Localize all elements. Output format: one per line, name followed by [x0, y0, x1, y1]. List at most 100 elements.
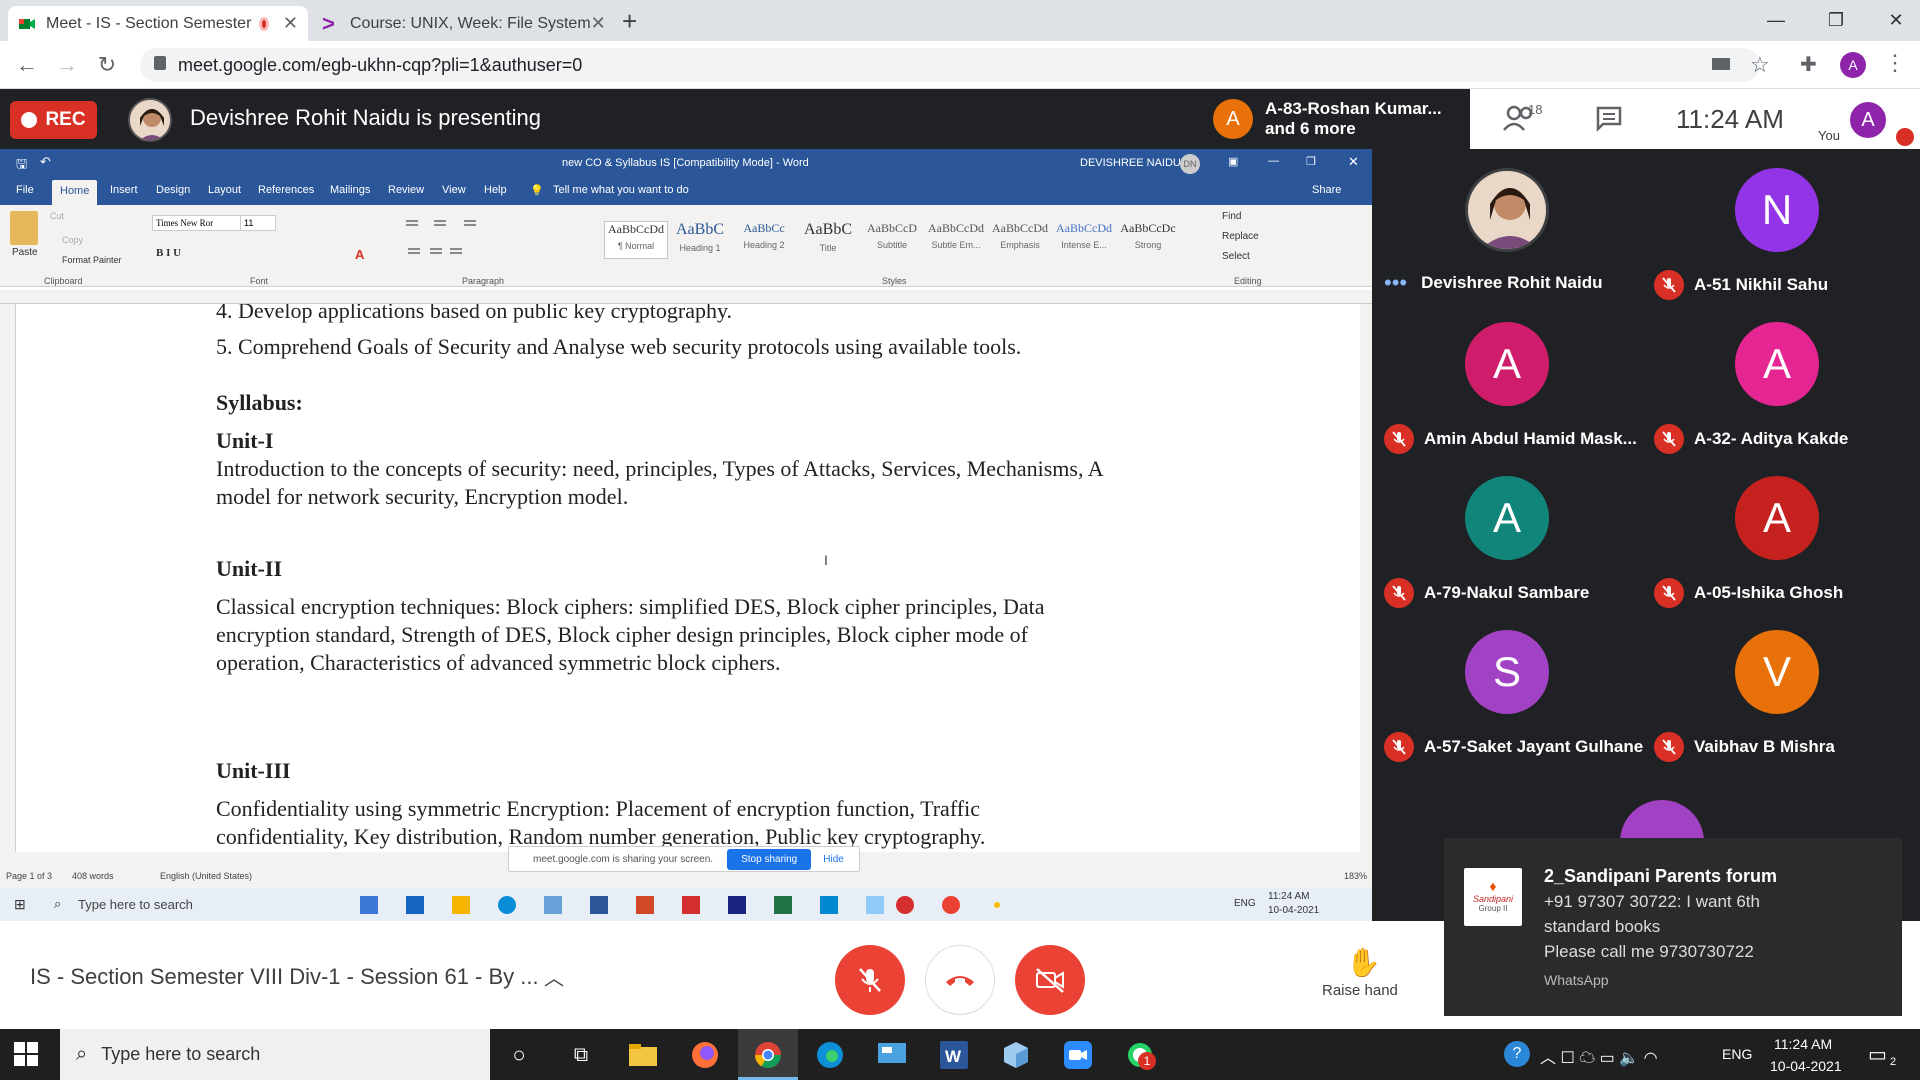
participant-avatar: V — [1735, 630, 1819, 714]
participant-name: A-79-Nakul Sambare — [1424, 583, 1590, 602]
word-user-avatar: DN — [1180, 154, 1200, 174]
style-7: AaBbCcDd Intense E... — [1052, 221, 1116, 259]
participant-name: A-51 Nikhil Sahu — [1694, 275, 1829, 294]
tell-me-box: Tell me what you want to do — [553, 184, 689, 196]
participant-tile[interactable]: A A-05-Ishika Ghosh — [1642, 468, 1912, 618]
chrome-icon[interactable] — [752, 1039, 784, 1071]
forward-icon[interactable]: → — [50, 48, 84, 82]
stop-sharing-button: Stop sharing — [727, 848, 812, 870]
paragraph-group-label: Paragraph — [462, 276, 505, 286]
word-tab-review: Review — [388, 184, 425, 196]
word-icon[interactable]: W — [938, 1039, 970, 1071]
whatsapp-badge: 1 — [1138, 1052, 1156, 1070]
close-tab-icon[interactable]: ✕ — [591, 13, 606, 34]
font-name-box: Times New Ror — [152, 215, 242, 231]
record-dot-icon — [21, 112, 38, 128]
restore-icon[interactable]: ❐ — [1806, 0, 1866, 41]
recording-badge: REC — [10, 101, 97, 139]
participant-tile[interactable]: A A-32- Aditya Kakde — [1642, 314, 1912, 464]
unit3-heading: Unit-III — [216, 758, 291, 783]
meet-icon — [18, 15, 36, 33]
font-color-icon: A — [355, 247, 365, 262]
word-tab-design: Design — [156, 184, 191, 196]
action-center-count: 2 — [1890, 1056, 1897, 1068]
star-icon[interactable]: ☆ — [1750, 52, 1770, 78]
extensions-icon[interactable]: ✚ — [1800, 52, 1817, 77]
shared-taskbar: ⊞ ⌕ Type here to search ENG 11:24 AM 10-… — [0, 888, 1372, 921]
paragraph-controls — [404, 215, 574, 259]
system-tray-icons[interactable]: ︿ ☐ ☁ ▭ 🔈 ◠ — [1540, 1044, 1658, 1068]
help-icon[interactable]: ? — [1504, 1041, 1530, 1067]
meeting-title[interactable]: IS - Section Semester VIII Div-1 - Sessi… — [30, 964, 539, 990]
reload-icon[interactable]: ↻ — [90, 48, 124, 82]
start-icon[interactable] — [14, 1042, 38, 1071]
whatsapp-notification[interactable]: ♦ Sandipani Group II 2_Sandipani Parents… — [1444, 838, 1902, 1016]
file-explorer-icon[interactable] — [627, 1039, 659, 1071]
raise-hand-label[interactable]: Raise hand — [1322, 982, 1398, 999]
zoom-icon[interactable] — [1062, 1039, 1094, 1071]
back-icon[interactable]: ← — [10, 48, 44, 82]
new-tab-button[interactable]: + — [622, 6, 637, 37]
word-close-icon: ✕ — [1348, 154, 1359, 169]
participant-tile[interactable]: A Amin Abdul Hamid Mask... — [1372, 314, 1642, 464]
action-center-icon[interactable]: ▭ — [1868, 1042, 1887, 1067]
cortana-icon[interactable]: ○ — [503, 1039, 535, 1071]
edge-icon[interactable] — [814, 1039, 846, 1071]
participant-name-row: A-57-Saket Jayant Gulhane — [1384, 732, 1643, 762]
taskbar-time[interactable]: 11:24 AM — [1774, 1036, 1832, 1052]
presenter-avatar — [128, 98, 172, 142]
style-label: Title — [819, 243, 837, 253]
raise-hand-icon[interactable]: ✋ — [1346, 946, 1381, 979]
participant-tile[interactable]: ••• Devishree Rohit Naidu — [1372, 160, 1642, 310]
mic-off-icon — [1654, 732, 1684, 762]
speaking-indicator-icon: ••• — [1384, 270, 1408, 295]
url-field[interactable]: meet.google.com/egb-ukhn-cqp?pli=1&authu… — [140, 48, 1760, 82]
style-sample: AaBbC — [804, 221, 852, 238]
taskbar-lang[interactable]: ENG — [1722, 1046, 1752, 1062]
camera-toggle-button[interactable] — [1015, 945, 1085, 1015]
unit1-text-1: Introduction to the concepts of security… — [216, 456, 1104, 481]
close-tab-icon[interactable]: ✕ — [283, 13, 298, 34]
word-tab-mailings: Mailings — [330, 184, 371, 196]
close-window-icon[interactable]: ✕ — [1866, 0, 1920, 41]
clipboard-group-label: Clipboard — [44, 276, 83, 286]
participant-tile[interactable]: A A-79-Nakul Sambare — [1372, 468, 1642, 618]
unit2-heading: Unit-II — [216, 556, 283, 581]
logo-text: Sandipani — [1472, 894, 1514, 904]
chevron-up-icon[interactable]: ︿ — [544, 962, 564, 991]
3d-box-icon[interactable] — [1000, 1039, 1032, 1071]
rec-label: REC — [45, 109, 86, 130]
camera-blocked-icon[interactable] — [1712, 58, 1730, 70]
control-panel-icon[interactable] — [876, 1039, 908, 1071]
inner-start-icon: ⊞ — [14, 896, 26, 912]
taskbar-date[interactable]: 10-04-2021 — [1770, 1058, 1842, 1074]
firefox-icon[interactable] — [689, 1039, 721, 1071]
svg-text:W: W — [945, 1047, 962, 1066]
task-view-icon[interactable]: ⧉ — [565, 1039, 597, 1071]
self-muted-icon — [1896, 128, 1914, 146]
tab-meet[interactable]: Meet - IS - Section Semester ✕ — [8, 6, 308, 41]
tab-course[interactable]: > Course: UNIX, Week: File System ✕ — [312, 6, 612, 41]
joined-notification: A A-83-Roshan Kumar... and 6 more — [1205, 89, 1470, 149]
participant-tile[interactable]: N A-51 Nikhil Sahu — [1642, 160, 1912, 310]
taskbar-search-box[interactable]: ⌕ Type here to search — [60, 1029, 490, 1080]
chat-icon[interactable] — [1596, 106, 1622, 137]
participant-tile[interactable]: S A-57-Saket Jayant Gulhane — [1372, 622, 1643, 772]
word-vertical-scrollbar — [1360, 304, 1372, 852]
minimize-icon[interactable]: — — [1746, 0, 1806, 41]
leave-call-button[interactable] — [925, 945, 995, 1015]
word-user: DEVISHREE NAIDU — [1080, 157, 1181, 169]
text-cursor-icon: I — [824, 552, 828, 568]
profile-avatar[interactable]: A — [1840, 52, 1866, 78]
participant-tile[interactable]: V Vaibhav B Mishra — [1642, 622, 1912, 772]
menu-icon[interactable]: ⋮ — [1884, 50, 1906, 76]
notification-line-1: +91 97307 30722: I want 6th — [1544, 892, 1760, 911]
notification-app: WhatsApp — [1544, 972, 1609, 988]
participant-name: Devishree Rohit Naidu — [1421, 273, 1603, 292]
mic-off-icon — [1384, 578, 1414, 608]
mic-toggle-button[interactable] — [835, 945, 905, 1015]
style-sample: AaBbC — [676, 221, 724, 238]
inner-time: 11:24 AM — [1268, 891, 1310, 902]
joiner-avatar: A — [1213, 99, 1253, 139]
editing-group-label: Editing — [1234, 276, 1262, 286]
